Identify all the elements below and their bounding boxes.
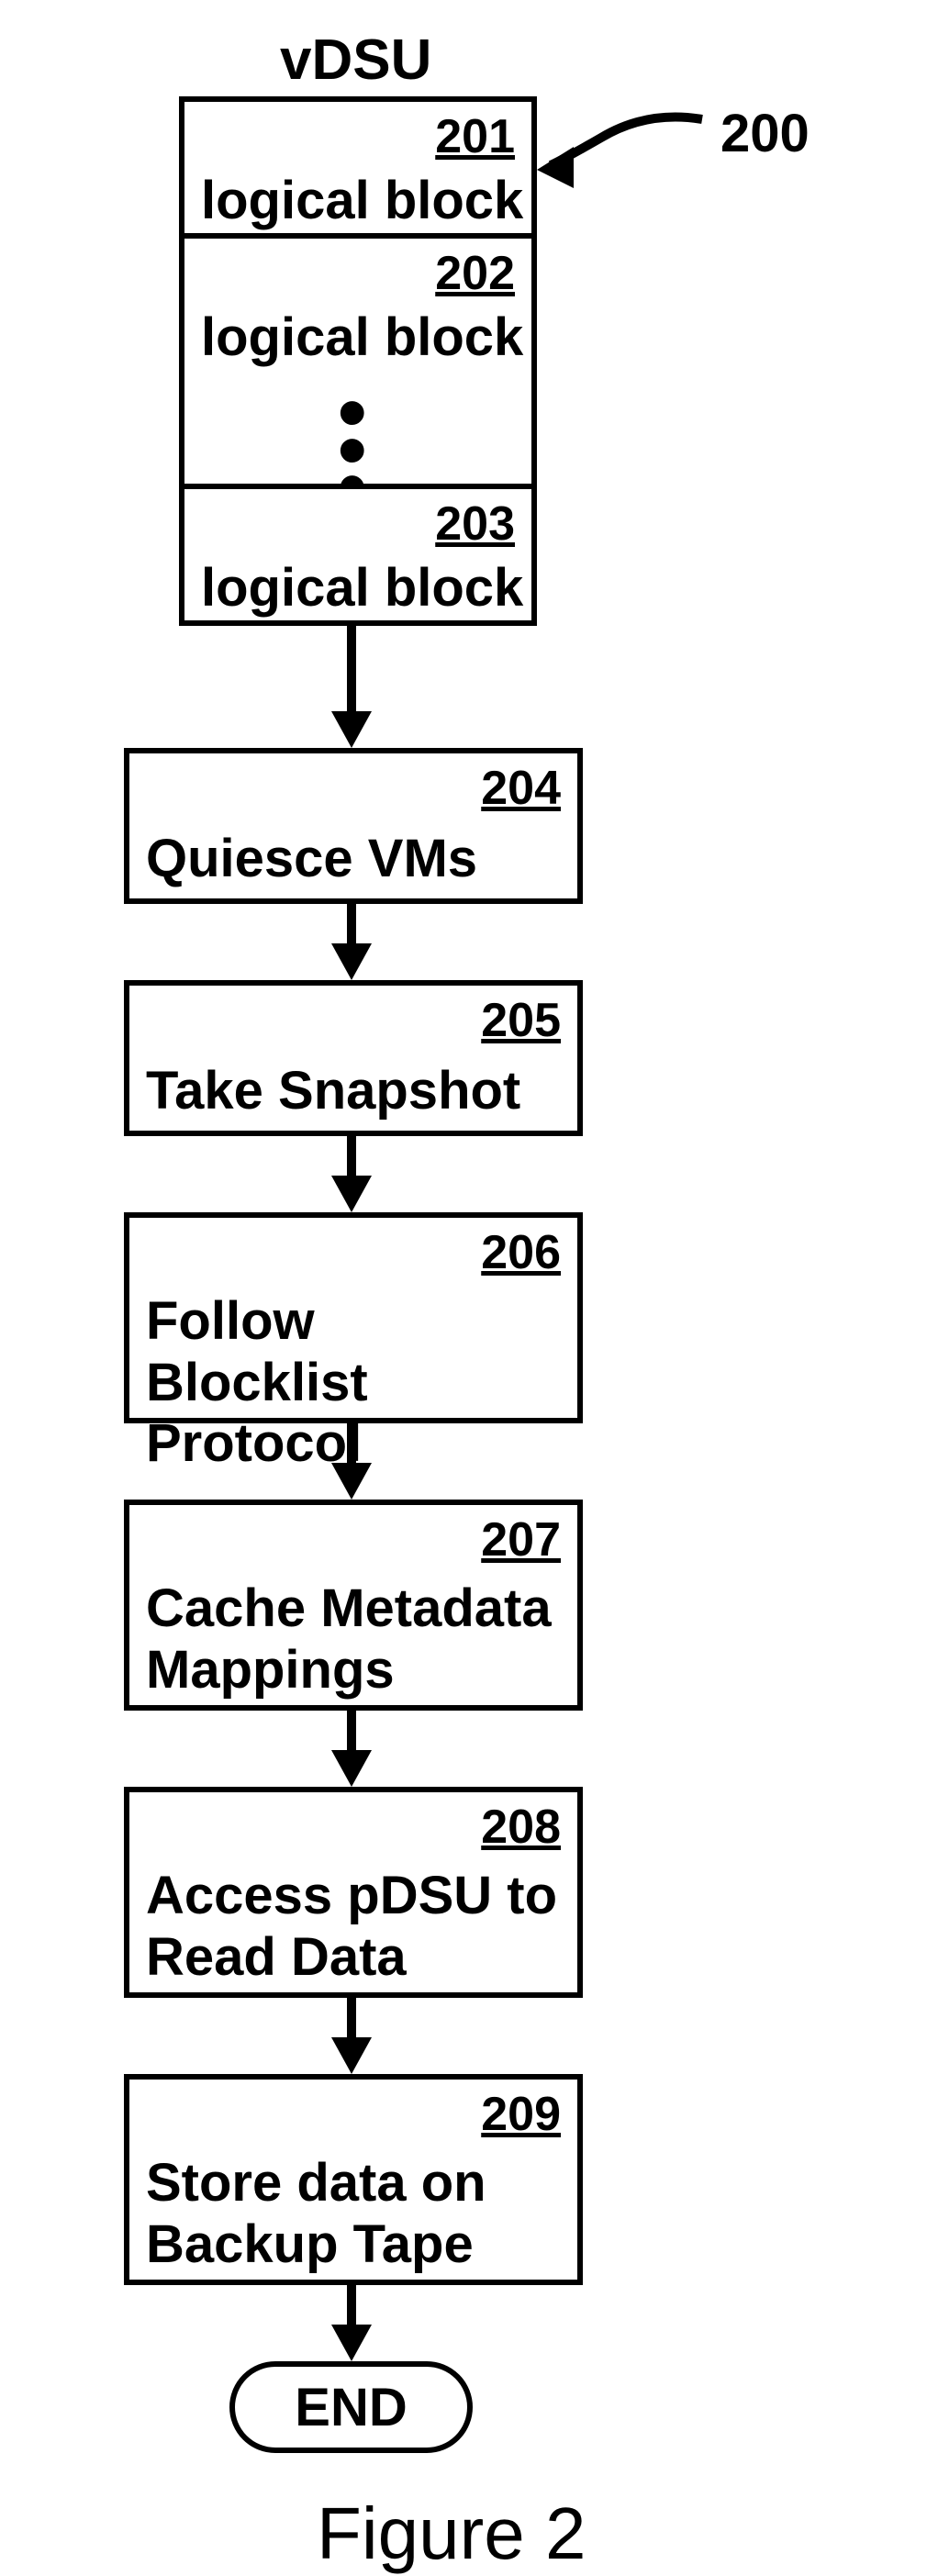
step-label: Store data on Backup Tape [146,2153,486,2275]
step-label: Cache Metadata Mappings [146,1578,552,1701]
step-number: 205 [481,993,561,1048]
step-number: 204 [481,761,561,816]
step-204-quiesce-vms: 204 Quiesce VMs [124,748,583,904]
vdsu-title: vDSU [280,28,431,93]
block-number: 201 [435,109,515,164]
arrow-head-icon [331,1750,372,1787]
end-terminator: END [229,2361,473,2453]
arrow-head-icon [331,1176,372,1212]
arrow-icon [347,1998,356,2039]
step-label: Quiesce VMs [146,829,477,890]
vdsu-block-202: 202 logical block [179,233,537,375]
arrow-icon [347,1711,356,1752]
step-208-access-pdsu: 208 Access pDSU to Read Data [124,1787,583,1998]
step-label: Access pDSU to Read Data [146,1866,557,1988]
pointer-label-200: 200 [720,103,810,164]
pointer-arrow-icon [537,106,720,234]
step-206-follow-blocklist: 206 Follow Blocklist Protocol [124,1212,583,1423]
vdsu-block-203: 203 logical block [179,484,537,626]
end-label: END [295,2377,407,2438]
block-label: logical block [201,171,523,232]
step-number: 206 [481,1225,561,1280]
arrow-head-icon [331,711,372,748]
arrow-head-icon [331,943,372,980]
arrow-icon [347,1136,356,1177]
figure-caption: Figure 2 [317,2492,586,2576]
arrow-head-icon [331,2037,372,2074]
step-number: 209 [481,2087,561,2142]
arrow-icon [347,2285,356,2326]
arrow-icon [347,626,356,713]
step-number: 208 [481,1800,561,1855]
step-209-store-data: 209 Store data on Backup Tape [124,2074,583,2285]
step-205-take-snapshot: 205 Take Snapshot [124,980,583,1136]
arrow-head-icon [331,2325,372,2361]
arrow-head-icon [331,1463,372,1500]
block-number: 202 [435,246,515,301]
block-label: logical block [201,558,523,619]
step-number: 207 [481,1512,561,1567]
step-label: Take Snapshot [146,1061,520,1122]
vdsu-block-201: 201 logical block [179,96,537,239]
block-number: 203 [435,496,515,552]
arrow-icon [347,1423,356,1465]
block-label: logical block [201,307,523,369]
step-207-cache-metadata: 207 Cache Metadata Mappings [124,1500,583,1711]
step-label: Follow Blocklist Protocol [146,1291,577,1475]
arrow-icon [347,904,356,945]
